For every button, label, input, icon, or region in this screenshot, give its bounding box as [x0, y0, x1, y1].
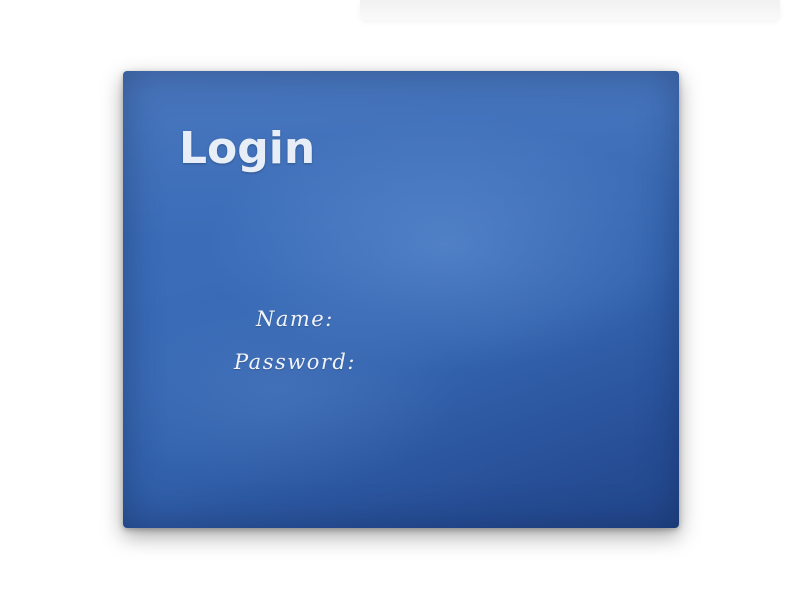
- top-edge-bar: [360, 0, 780, 20]
- password-input[interactable]: [365, 350, 577, 376]
- name-input[interactable]: [348, 307, 560, 333]
- login-title: Login: [179, 123, 316, 174]
- login-panel: Login Name: Password:: [123, 71, 679, 528]
- name-label: Name:: [256, 307, 334, 331]
- password-label: Password:: [234, 350, 356, 374]
